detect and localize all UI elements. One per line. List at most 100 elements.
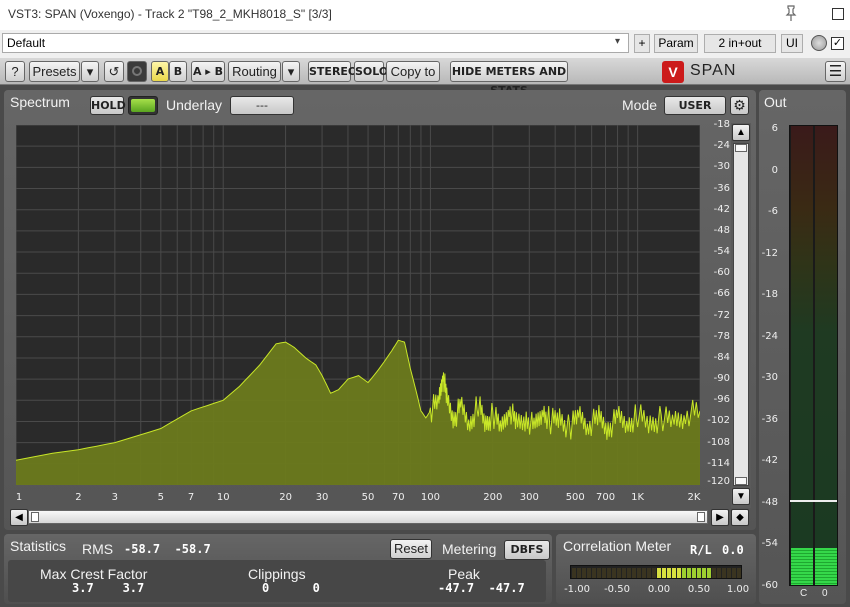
correlation-cell [732,568,736,578]
output-tick-label: -48 [761,496,778,508]
correlation-cell [707,568,711,578]
output-meter-left-bg [791,126,813,585]
presets-dropdown-button[interactable]: ▾ [81,61,99,82]
db-tick-label: -54 [713,246,730,258]
correlation-cell [617,568,621,578]
frequency-tick-label: 500 [565,492,585,503]
preset-select[interactable]: Default [2,33,629,53]
reset-button[interactable]: Reset [390,539,432,559]
presets-button[interactable]: Presets [29,61,80,82]
correlation-cell [642,568,646,578]
undo-button[interactable]: ↺ [104,61,124,82]
frequency-tick-label: 200 [483,492,503,503]
db-tick-label: -24 [713,140,730,152]
product-name: SPAN [690,62,737,79]
enable-checkbox[interactable]: ✓ [831,37,844,50]
db-tick-label: -36 [713,182,730,194]
crest-factor-values: 3.7 3.7 [72,581,145,595]
output-meter [789,125,838,586]
solo-button[interactable]: SOLO [354,61,388,82]
plus-button[interactable]: + [634,34,650,53]
scroll-right-arrow-icon[interactable]: ▶ [711,509,729,526]
stereo-button[interactable]: STEREO [308,61,357,82]
b-button[interactable]: B [169,61,187,82]
mode-select[interactable]: USER [664,96,726,115]
frequency-tick-label: 5 [157,492,165,503]
db-tick-label: -90 [713,373,730,385]
spectrum-graph [15,124,701,486]
frequency-tick-label: 100 [420,492,440,503]
rl-label: R/L [690,543,712,557]
spectrum-title: Spectrum [10,94,70,110]
copy-to-button[interactable]: Copy to [386,61,440,82]
correlation-cell [587,568,591,578]
output-title: Out [764,94,787,110]
chevron-down-icon[interactable]: ▾ [615,36,620,47]
output-tick-label: -30 [761,372,778,383]
vertical-scroll-thumb-top[interactable] [735,144,747,152]
hold-button[interactable]: HOLD [90,96,126,115]
hide-meters-button[interactable]: HIDE METERS AND STATS [450,61,568,97]
output-tick-label: -36 [761,413,778,425]
rl-value: 0.0 [722,543,744,557]
frequency-tick-label: 30 [315,492,329,503]
scroll-left-arrow-icon[interactable]: ◀ [10,509,28,526]
vertical-scrollbar[interactable]: ▲ ▼ [731,123,751,508]
power-button[interactable] [127,61,147,82]
statistics-title: Statistics [10,538,67,554]
db-tick-label: -42 [713,203,730,215]
output-tick-label: -60 [761,579,778,591]
metering-select[interactable]: DBFS [504,540,550,560]
menu-button[interactable]: ☰ [825,61,846,82]
metering-label: Metering [442,541,497,557]
horizontal-scroll-thumb-right[interactable] [697,512,705,522]
output-tick-label: -6 [768,206,778,217]
output-channel-right: 0 [822,588,828,599]
vertical-scroll-thumb-bottom[interactable] [735,477,747,485]
ui-button[interactable]: UI [781,34,803,53]
db-tick-label: -108 [707,436,730,448]
routing-dropdown-button[interactable]: ▾ [282,61,300,82]
pin-icon[interactable] [782,4,800,22]
correlation-cell [622,568,626,578]
frequency-tick-label: 1 [15,492,23,503]
horizontal-scroll-thumb-left[interactable] [31,512,39,522]
a-to-b-button[interactable]: A ▸ B [191,61,225,82]
hold-toggle[interactable] [128,96,158,115]
output-meter-left-level [791,548,813,585]
underlay-select[interactable]: --- [230,96,294,115]
output-tick-label: -12 [761,247,778,259]
voxengo-logo: V [662,61,684,83]
horizontal-scroll-track[interactable] [28,510,708,524]
scroll-down-arrow-icon[interactable]: ▼ [732,488,750,505]
settings-gear-icon[interactable]: ⚙ [730,96,749,115]
frequency-tick-label: 2 [75,492,82,503]
db-tick-label: -114 [707,457,730,469]
correlation-cell [737,568,741,578]
correlation-cell [662,568,666,578]
always-on-top-checkbox[interactable] [832,8,844,20]
scroll-up-arrow-icon[interactable]: ▲ [732,124,750,141]
io-mode-button[interactable]: 2 in+out [704,34,776,53]
param-button[interactable]: Param [654,34,698,53]
correlation-meter-graphic [572,568,741,578]
correlation-cell [692,568,696,578]
spectrum-plot[interactable] [15,124,701,486]
a-button[interactable]: A [151,61,169,82]
vertical-scroll-track[interactable] [733,143,749,486]
zoom-reset-icon[interactable]: ◆ [731,509,749,526]
db-tick-label: -84 [713,351,730,363]
correlation-cell [712,568,716,578]
gain-knob[interactable] [811,35,827,51]
correlation-cell [702,568,706,578]
frequency-tick-label: 700 [595,492,616,503]
output-peak-hold-line [790,500,837,502]
output-tick-label: -54 [761,538,778,549]
routing-button[interactable]: Routing [228,61,281,82]
correlation-tick-label: 0.50 [687,584,711,595]
help-button[interactable]: ? [5,61,25,82]
correlation-cell [597,568,601,578]
correlation-cell [602,568,606,578]
correlation-cell [687,568,691,578]
output-meter-right-bg [815,126,837,585]
